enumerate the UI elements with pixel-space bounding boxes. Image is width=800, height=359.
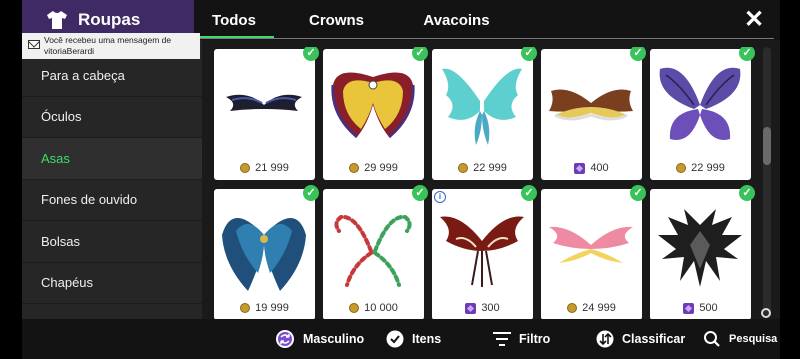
- owned-check-icon: ✓: [739, 47, 755, 61]
- item-card[interactable]: 24 999 ✓: [541, 185, 646, 319]
- sidebar-item-para-a-cabeca[interactable]: Para a cabeça: [22, 55, 202, 97]
- search-button[interactable]: Pesquisa: [703, 319, 777, 359]
- filter-icon: [493, 332, 511, 346]
- sidebar-item-asas[interactable]: Asas: [22, 138, 202, 180]
- info-icon[interactable]: i: [434, 191, 446, 203]
- sidebar-item-camisas[interactable]: Camisas e jaquetas: [22, 304, 202, 319]
- coin-icon: [567, 303, 578, 313]
- sidebar-item-oculos[interactable]: Óculos: [22, 97, 202, 138]
- gender-toggle-button[interactable]: Masculino: [275, 319, 364, 359]
- item-price: 22 999: [432, 161, 533, 175]
- items-button[interactable]: Itens: [386, 319, 441, 359]
- sidebar-item-chapeus[interactable]: Chapéus: [22, 263, 202, 304]
- owned-check-icon: ✓: [739, 185, 755, 201]
- tab-crowns[interactable]: Crowns: [274, 0, 399, 40]
- item-price: 10 000: [323, 301, 424, 315]
- owned-check-icon: ✓: [303, 47, 319, 61]
- page-title: Roupas: [78, 10, 141, 29]
- purple-butterfly-wings-icon: [659, 67, 741, 140]
- coin-icon: [349, 303, 360, 313]
- item-grid: 21 999 ✓ 29 999 ✓ 22 999 ✓ 400 ✓ 22 999 …: [212, 47, 760, 319]
- gem-icon: [574, 162, 586, 174]
- notification-text: Você recebeu uma mensagem de vitoriaBera…: [44, 35, 172, 56]
- coin-icon: [240, 163, 251, 173]
- item-card[interactable]: 400 ✓: [541, 47, 646, 180]
- sidebar-item-bolsas[interactable]: Bolsas: [22, 221, 202, 263]
- owned-check-icon: ✓: [521, 185, 537, 201]
- blue-feather-headdress-icon: [222, 218, 306, 291]
- check-circle-icon: [386, 330, 404, 348]
- owned-check-icon: ✓: [630, 185, 646, 201]
- black-feather-wings-icon: [226, 94, 302, 111]
- coin-icon: [676, 163, 687, 173]
- candy-cane-wings-icon: [334, 214, 412, 287]
- coin-icon: [349, 163, 360, 173]
- item-price: 24 999: [541, 301, 642, 315]
- category-sidebar: Para a cabeça Óculos Asas Fones de ouvid…: [22, 40, 202, 319]
- record-icon[interactable]: [761, 308, 771, 318]
- swap-gender-icon: [276, 330, 294, 348]
- sort-icon: [596, 330, 614, 348]
- item-price: 400: [541, 161, 642, 175]
- tab-todos[interactable]: Todos: [194, 0, 274, 40]
- scroll-thumb[interactable]: [763, 127, 771, 165]
- sidebar-item-fones-de-ouvido[interactable]: Fones de ouvido: [22, 180, 202, 221]
- bottom-toolbar: Masculino Itens Filtro Classificar Pesqu…: [22, 319, 780, 359]
- coin-icon: [458, 163, 469, 173]
- tab-bar: Todos Crowns Avacoins: [194, 0, 514, 40]
- red-dark-wings-icon: [440, 216, 524, 287]
- item-card[interactable]: 500 ✓: [650, 185, 755, 319]
- owned-check-icon: ✓: [303, 185, 319, 201]
- close-button[interactable]: ✕: [742, 8, 766, 32]
- item-price: 21 999: [214, 161, 315, 175]
- brown-gold-wings-icon: [549, 89, 633, 121]
- coin-icon: [240, 303, 251, 313]
- pink-feather-wings-icon: [549, 226, 633, 263]
- shirt-icon: [47, 11, 67, 29]
- tab-avacoins[interactable]: Avacoins: [399, 0, 514, 40]
- gem-icon: [683, 302, 695, 314]
- item-price: 29 999: [323, 161, 424, 175]
- owned-check-icon: ✓: [412, 185, 428, 201]
- gem-icon: [465, 302, 477, 314]
- item-card[interactable]: 22 999 ✓: [650, 47, 755, 180]
- sort-button[interactable]: Classificar: [596, 319, 685, 359]
- item-price: 500: [650, 301, 751, 315]
- item-card[interactable]: 10 000 ✓: [323, 185, 428, 319]
- grid-scrollbar[interactable]: [763, 47, 771, 315]
- item-card[interactable]: 19 999 ✓: [214, 185, 319, 319]
- owned-check-icon: ✓: [521, 47, 537, 61]
- item-card[interactable]: i 300 ✓: [432, 185, 537, 319]
- dark-spike-wings-icon: [658, 209, 742, 287]
- item-card[interactable]: 22 999 ✓: [432, 47, 537, 180]
- item-card[interactable]: 29 999 ✓: [323, 47, 428, 180]
- owned-check-icon: ✓: [412, 47, 428, 61]
- teal-leaf-wings-icon: [442, 68, 522, 145]
- item-card[interactable]: 21 999 ✓: [214, 47, 319, 180]
- item-price: 300: [432, 301, 533, 315]
- ruffled-yellow-red-wings-icon: [331, 72, 415, 139]
- message-notification[interactable]: Você recebeu uma mensagem de vitoriaBera…: [22, 33, 200, 59]
- tab-divider: [194, 38, 774, 39]
- owned-check-icon: ✓: [630, 47, 646, 61]
- search-icon: [704, 331, 720, 347]
- app-window: Roupas Todos Crowns Avacoins ✕ Você rece…: [22, 0, 780, 359]
- item-price: 22 999: [650, 161, 751, 175]
- filter-button[interactable]: Filtro: [493, 319, 550, 359]
- mail-icon: [28, 40, 40, 49]
- item-price: 19 999: [214, 301, 315, 315]
